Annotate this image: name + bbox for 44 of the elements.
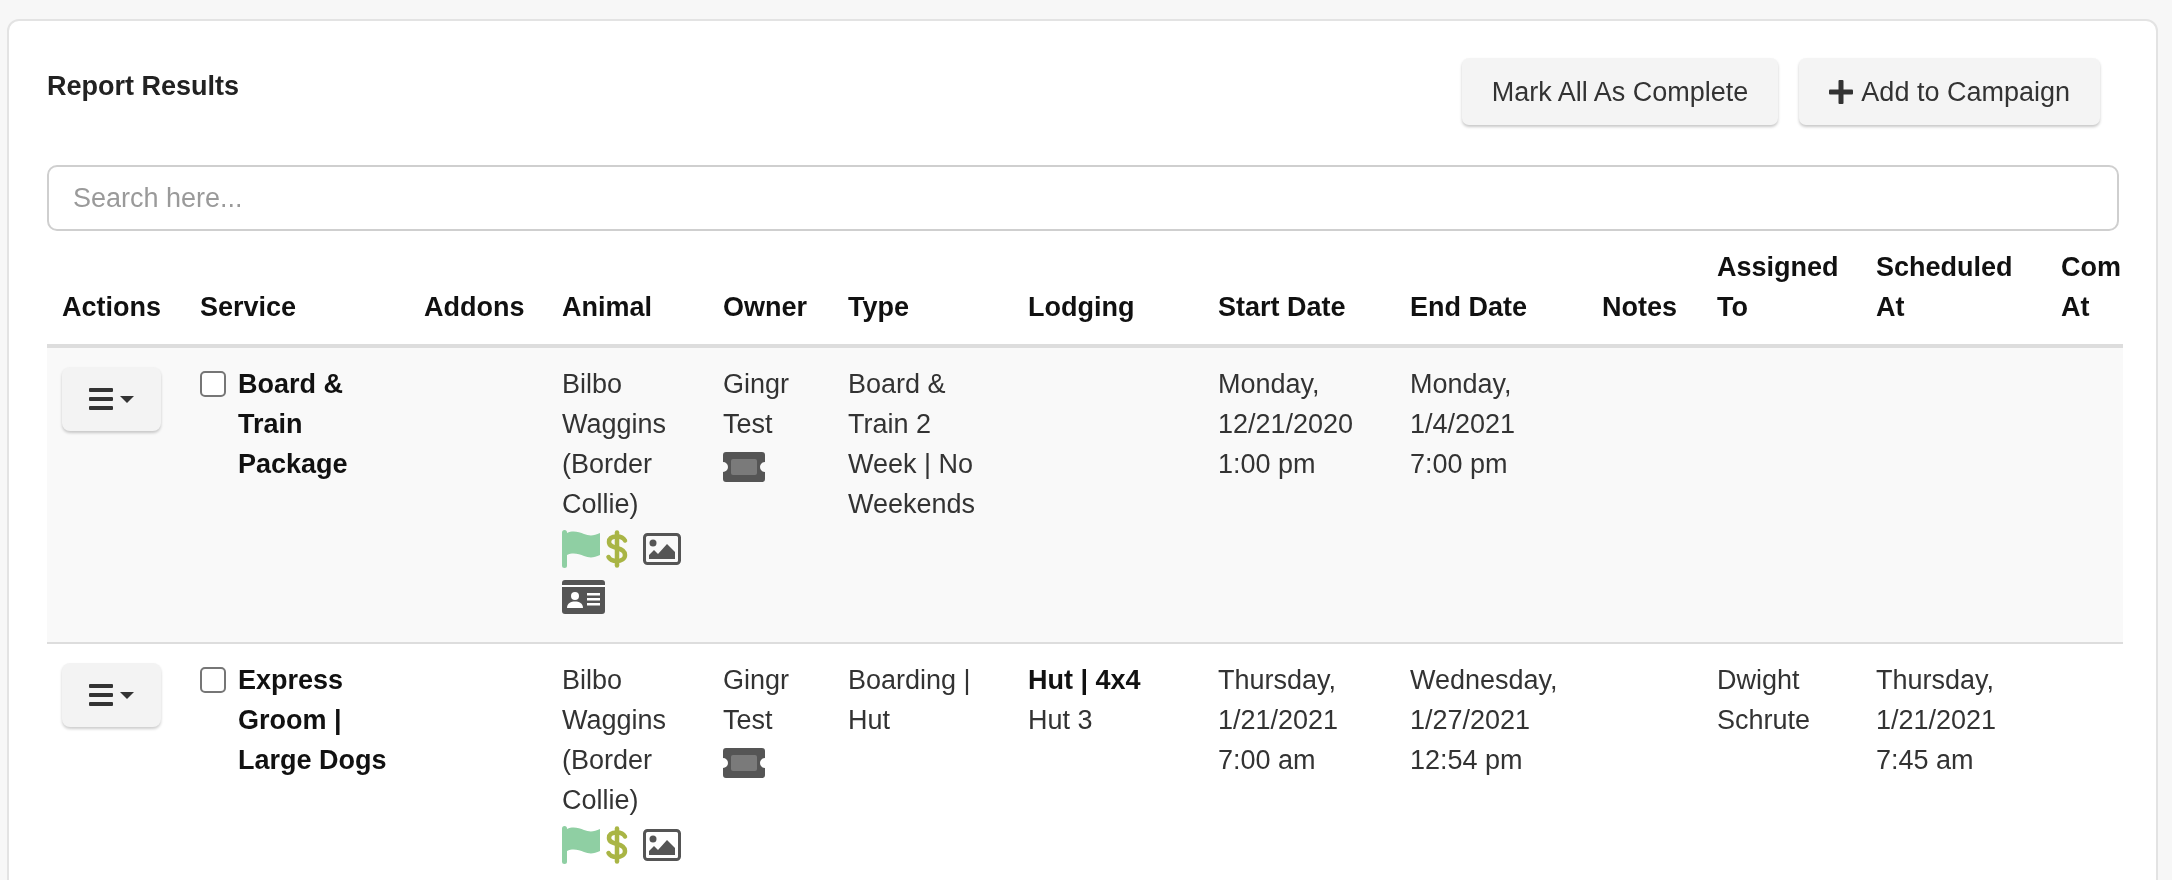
column-header: Lodging — [1028, 291, 1135, 324]
owner-name: Gingr Test — [723, 368, 791, 441]
actions-menu-button[interactable] — [62, 663, 161, 727]
lodging-unit: Hut 3 — [1028, 704, 1093, 737]
column-header: Assigned To — [1717, 251, 1840, 324]
ticket-icon — [723, 452, 765, 482]
column-header: Notes — [1602, 291, 1677, 324]
checkbox[interactable] — [200, 371, 226, 397]
caret-icon — [120, 691, 134, 699]
action-button[interactable]: Add to Campaign — [1799, 58, 2100, 125]
service-type: Board & Train 2 Week | No Weekends — [848, 368, 977, 521]
service-type: Boarding | Hut — [848, 664, 972, 737]
lodging-type: Hut | 4x4 — [1028, 664, 1141, 697]
column-header: End Date — [1410, 291, 1528, 324]
start-date: Thursday, 1/21/2021 7:00 am — [1218, 664, 1340, 777]
menu-icon — [89, 684, 113, 706]
column-header: Service — [200, 291, 297, 324]
caret-icon — [120, 395, 134, 403]
column-header: Actions — [62, 291, 161, 324]
column-header: Com At — [2061, 251, 2122, 324]
service-name: Express Groom | Large Dogs — [238, 664, 388, 777]
column-header: Type — [848, 291, 909, 324]
action-button[interactable]: Mark All As Complete — [1461, 58, 1779, 125]
service-name: Board & Train Package — [238, 368, 349, 481]
section-title: Report Results — [47, 70, 240, 103]
start-date: Monday, 12/21/2020 1:00 pm — [1218, 368, 1355, 481]
column-header: Owner — [723, 291, 808, 324]
animal-name: Bilbo Waggins (Border Collie) — [562, 368, 668, 521]
search-field[interactable]: Search here... — [47, 165, 2119, 231]
ticket-icon — [723, 748, 765, 778]
assigned-to: Dwight Schrute — [1717, 664, 1812, 737]
scheduled-at: Thursday, 1/21/2021 7:45 am — [1876, 664, 1998, 777]
end-date: Wednesday, 1/27/2021 12:54 pm — [1410, 664, 1559, 777]
plus-icon — [1829, 79, 1854, 104]
end-date: Monday, 1/4/2021 7:00 pm — [1410, 368, 1517, 481]
column-header: Scheduled At — [1876, 251, 2014, 324]
animal-name: Bilbo Waggins (Border Collie) — [562, 664, 668, 817]
owner-name: Gingr Test — [723, 664, 791, 737]
column-header: Start Date — [1218, 291, 1346, 324]
checkbox[interactable] — [200, 667, 226, 693]
menu-icon — [89, 388, 113, 410]
column-header: Addons — [424, 291, 525, 324]
actions-menu-button[interactable] — [62, 367, 161, 431]
column-header: Animal — [562, 291, 653, 324]
